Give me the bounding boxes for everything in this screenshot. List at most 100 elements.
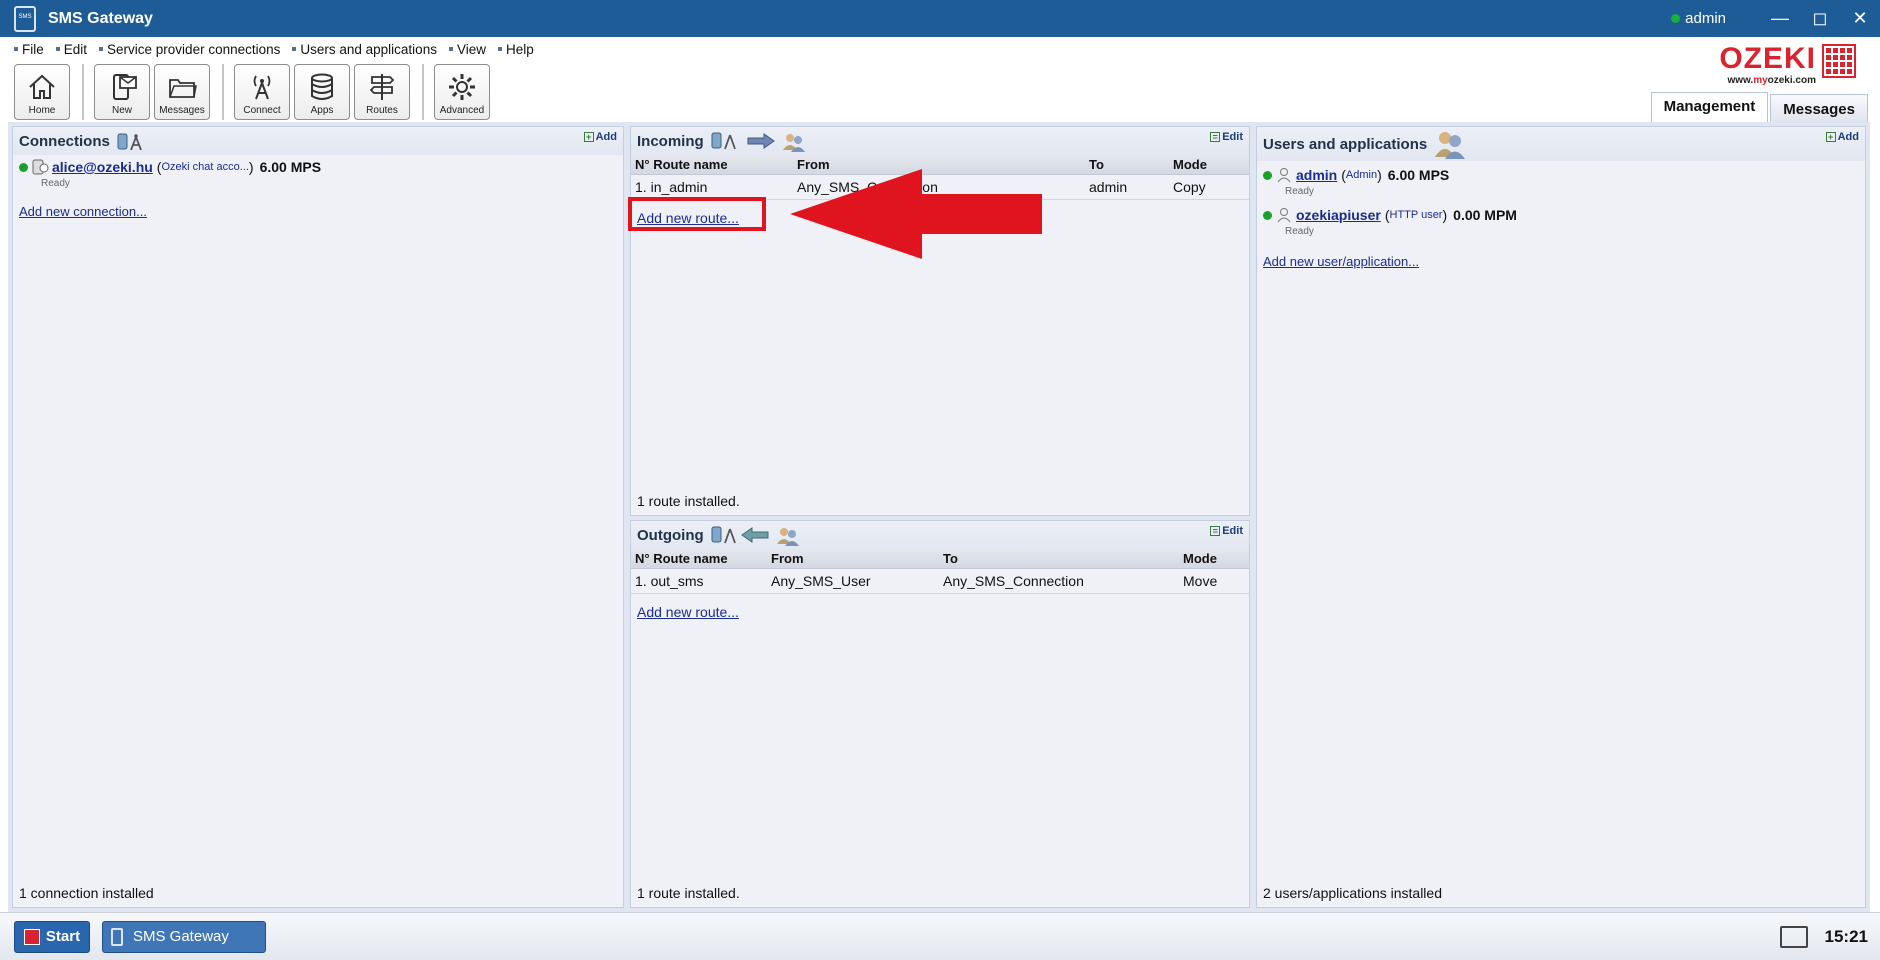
user-name-link[interactable]: ozekiapiuser <box>1296 207 1381 223</box>
incoming-header: Incoming <box>631 127 1249 155</box>
menu-view[interactable]: View <box>448 42 486 57</box>
outgoing-routes-table: N° Route name From To Mode 1. out_sms An… <box>631 549 1249 594</box>
menu-help[interactable]: Help <box>497 42 534 57</box>
connection-name-link[interactable]: alice@ozeki.hu <box>52 159 153 175</box>
users-footer: 2 users/applications installed <box>1263 885 1442 901</box>
toolbar-divider <box>422 64 424 120</box>
sms-gateway-app-icon <box>14 5 36 32</box>
user-speed: 0.00 MPM <box>1453 207 1517 223</box>
close-button[interactable]: ✕ <box>1840 0 1880 37</box>
home-icon <box>29 74 55 99</box>
column-header-mode: Mode <box>1179 549 1249 569</box>
messages-button[interactable]: Messages <box>154 64 210 120</box>
add-new-connection-link[interactable]: Add new connection... <box>19 204 147 219</box>
minimize-button[interactable]: — <box>1760 0 1800 37</box>
start-icon <box>23 928 40 945</box>
user-status: Ready <box>1285 186 1314 197</box>
connections-footer: 1 connection installed <box>19 885 154 901</box>
window-title: SMS Gateway <box>48 9 153 27</box>
user-status-icon <box>1263 210 1272 220</box>
users-panel: Users and applications + Add admin (Admin… <box>1256 126 1866 908</box>
connection-status: Ready <box>41 178 70 189</box>
menu-service-provider-connections[interactable]: Service provider connections <box>99 42 280 57</box>
title-bar: SMS Gateway admin — ◻ ✕ <box>0 0 1880 37</box>
user-icon <box>1277 208 1291 223</box>
logo-grid-icon <box>1822 44 1856 78</box>
menu-users-and-applications[interactable]: Users and applications <box>292 42 437 57</box>
current-user[interactable]: admin <box>1671 10 1726 27</box>
gear-icon <box>449 74 475 100</box>
logo-url: www.myozeki.com <box>1727 75 1816 86</box>
add-connection-button[interactable]: + Add <box>583 131 617 143</box>
outgoing-header: Outgoing <box>631 521 1249 549</box>
incoming-route-icon <box>710 130 810 152</box>
user-type: HTTP user <box>1389 209 1443 221</box>
clock: 15:21 <box>1824 926 1868 946</box>
route-to: admin <box>1085 174 1169 200</box>
antenna-icon <box>253 75 271 100</box>
outgoing-route-icon <box>710 524 804 546</box>
user-icon <box>1277 168 1291 183</box>
apps-button[interactable]: Apps <box>294 64 350 120</box>
taskbar-sms-gateway[interactable]: SMS Gateway <box>102 920 266 953</box>
ozeki-logo: OZEKI www.myozeki.com <box>1719 44 1856 86</box>
pointer-arrow-annotation <box>790 169 1042 259</box>
outgoing-edit-button[interactable]: = Edit <box>1210 525 1243 537</box>
toolbar: Home New Messages Connect Apps Routes Ad… <box>14 64 494 120</box>
chat-connection-icon <box>32 159 49 175</box>
route-from: Any_SMS_User <box>767 568 939 594</box>
user-status: Ready <box>1285 226 1314 237</box>
monitor-icon[interactable] <box>1780 925 1808 948</box>
maximize-button[interactable]: ◻ <box>1800 0 1840 37</box>
user-type: Admin <box>1345 169 1378 181</box>
connection-status-icon <box>19 162 28 172</box>
home-button[interactable]: Home <box>14 64 70 120</box>
taskbar: Start SMS Gateway 15:21 <box>0 912 1880 960</box>
menu-edit[interactable]: Edit <box>55 42 87 57</box>
incoming-footer: 1 route installed. <box>637 493 740 509</box>
new-message-icon <box>113 74 137 100</box>
incoming-edit-button[interactable]: = Edit <box>1210 131 1243 143</box>
tab-management[interactable]: Management <box>1650 92 1769 124</box>
column-header-mode: Mode <box>1169 155 1249 175</box>
add-user-button[interactable]: + Add <box>1825 131 1859 143</box>
highlight-box <box>628 197 766 231</box>
route-mode: Copy <box>1169 174 1249 200</box>
connections-panel: Connections + Add alice@ozeki.hu (Ozeki c… <box>12 126 624 908</box>
sms-gateway-task-icon <box>111 927 123 946</box>
list-item: admin (Admin) 6.00 MPS Ready <box>1257 161 1865 197</box>
route-to: Any_SMS_Connection <box>939 568 1179 594</box>
current-user-label: admin <box>1685 10 1726 27</box>
column-header-to: To <box>939 549 1179 569</box>
new-button[interactable]: New <box>94 64 150 120</box>
menu-file[interactable]: File <box>14 42 44 57</box>
column-header-from: From <box>767 549 939 569</box>
connections-header-icon <box>116 131 146 151</box>
users-header: Users and applications <box>1257 127 1865 161</box>
table-row[interactable]: 1. out_sms Any_SMS_User Any_SMS_Connecti… <box>631 568 1249 594</box>
folder-icon <box>169 79 197 98</box>
database-icon <box>311 73 333 100</box>
add-new-outgoing-route-link[interactable]: Add new route... <box>637 604 739 620</box>
view-tabs: Management Messages <box>1649 92 1868 124</box>
connect-button[interactable]: Connect <box>234 64 290 120</box>
user-speed: 6.00 MPS <box>1387 167 1450 183</box>
route-name[interactable]: in_admin <box>651 179 708 195</box>
routes-button[interactable]: Routes <box>354 64 410 120</box>
advanced-button[interactable]: Advanced <box>434 64 490 120</box>
start-button[interactable]: Start <box>14 920 90 953</box>
logo-word: OZEKI <box>1719 42 1816 75</box>
main-area: Connections + Add alice@ozeki.hu (Ozeki c… <box>8 122 1870 912</box>
list-item: ozekiapiuser (HTTP user) 0.00 MPM Ready <box>1257 197 1865 237</box>
toolbar-divider <box>222 64 224 120</box>
menu-bar: File Edit Service provider connections U… <box>0 37 1880 61</box>
signpost-icon <box>369 74 395 100</box>
route-name[interactable]: out_sms <box>651 573 704 589</box>
users-header-icon <box>1433 129 1467 159</box>
tab-messages[interactable]: Messages <box>1770 94 1868 124</box>
connection-item: alice@ozeki.hu (Ozeki chat acco...) 6.00… <box>13 155 623 189</box>
add-new-user-link[interactable]: Add new user/application... <box>1263 254 1419 269</box>
user-name-link[interactable]: admin <box>1296 167 1337 183</box>
online-status-icon <box>1671 14 1681 23</box>
user-status-icon <box>1263 170 1272 180</box>
